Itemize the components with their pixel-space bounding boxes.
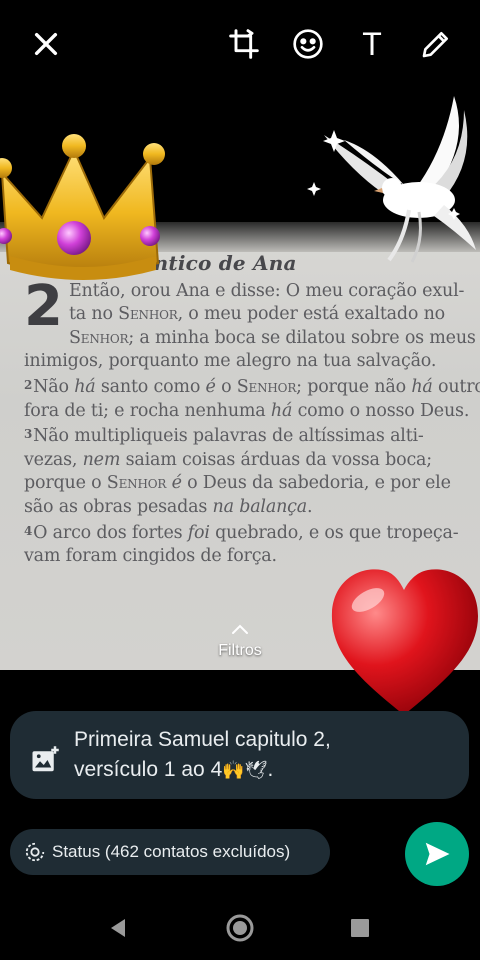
caption-emoji: 🙌🕊 [222, 760, 268, 780]
chevron-up-icon [232, 624, 248, 634]
caption-text[interactable]: Primeira Samuel capitulo 2, versículo 1 … [74, 725, 454, 785]
verse-number: 2 [24, 377, 33, 392]
chapter-number: 2 [24, 273, 63, 339]
verse-line: 2Não há santo como é o Senhor; porque nã… [24, 376, 480, 397]
small-caps-word: Senhor [68, 327, 129, 348]
italic-word: há [270, 400, 293, 421]
system-nav-bar [0, 896, 480, 960]
verse-line: porque o Senhor é o Deus da sabedoria, e… [24, 473, 451, 494]
italic-word: foi [187, 522, 210, 543]
verse-lines: Então, orou Ana e disse: O meu coração e… [24, 280, 480, 569]
italic-word: na balança [212, 496, 308, 517]
status-ring-icon [25, 842, 45, 862]
dove-sticker[interactable] [304, 90, 480, 270]
italic-word: nem [82, 449, 121, 470]
caption-line-1: Primeira Samuel capitulo 2, [74, 728, 331, 751]
send-button[interactable] [405, 822, 469, 886]
italic-word: é [171, 473, 182, 494]
caption-end: . [267, 758, 274, 781]
filters-hint[interactable]: Filtros [0, 622, 480, 660]
small-caps-word: Senhor [118, 304, 178, 325]
text-tool-icon[interactable]: T [354, 26, 390, 62]
verse-line: 4O arco dos fortes foi quebrado, e os qu… [24, 522, 459, 543]
verse-line: vezas, nem saiam coisas árduas da vossa … [24, 449, 432, 470]
nav-recents-icon[interactable] [342, 910, 378, 946]
verse-line: inimigos, porquanto me alegro na tua sal… [24, 351, 437, 372]
caption-input[interactable]: Primeira Samuel capitulo 2, versículo 1 … [10, 711, 469, 799]
crown-sticker[interactable] [0, 128, 168, 284]
send-icon [425, 842, 450, 866]
small-caps-word: Senhor [236, 376, 297, 397]
verse-number: 4 [24, 523, 33, 538]
verse-number: 3 [24, 427, 33, 442]
status-audience-button[interactable]: Status (462 contatos excluídos) [10, 829, 330, 875]
small-caps-word: Senhor [106, 473, 167, 494]
caption-line-2: versículo 1 ao 4 [74, 758, 223, 781]
status-label: Status (462 contatos excluídos) [52, 842, 291, 861]
scripture-text: O cântico de Ana 2 Então, orou Ana e dis… [24, 251, 480, 569]
filters-label: Filtros [218, 642, 262, 659]
pencil-icon[interactable] [418, 26, 454, 62]
verse-line: fora de ti; e rocha nenhuma há como o no… [24, 400, 470, 421]
verse-line: Senhor; a minha boca se dilatou sobre os… [68, 327, 476, 348]
italic-word: há [74, 376, 96, 397]
verse-line: são as obras pesadas na balança. [24, 496, 313, 517]
editor-toolbar: T [0, 0, 480, 90]
nav-home-icon[interactable] [222, 910, 258, 946]
emoji-sticker-icon[interactable] [290, 26, 326, 62]
italic-word: é [205, 376, 216, 397]
verse-line: ta no Senhor, o meu poder está exaltado … [68, 304, 445, 325]
verse-line: 3Não multipliqueis palavras de altíssima… [24, 426, 424, 447]
crop-rotate-icon[interactable] [226, 26, 262, 62]
nav-back-icon[interactable] [100, 910, 136, 946]
close-icon[interactable] [28, 26, 64, 62]
add-media-icon[interactable] [30, 745, 60, 775]
italic-word: há [411, 376, 433, 397]
